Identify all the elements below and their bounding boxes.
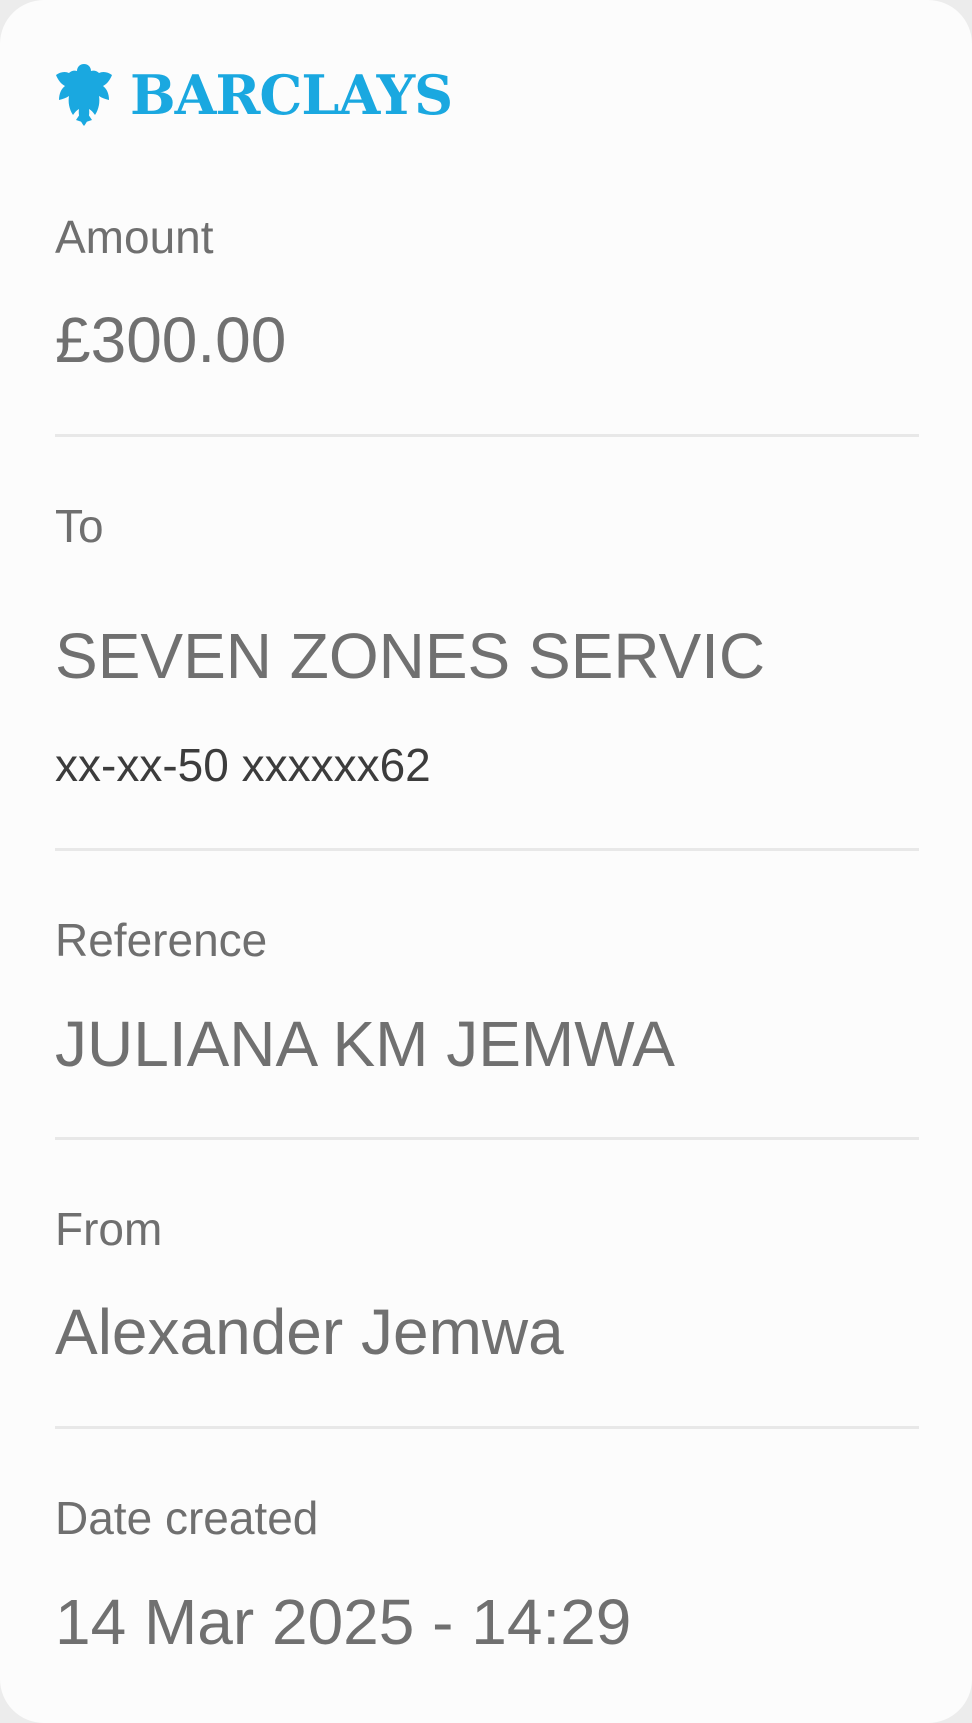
from-label: From	[55, 1203, 163, 1255]
to-label: To	[55, 500, 104, 552]
payee-name: SEVEN ZONES SERVIC	[55, 620, 766, 692]
barclays-logo: BARCLAYS	[54, 62, 453, 128]
amount-label: Amount	[55, 211, 214, 263]
divider	[55, 1426, 919, 1429]
date-created-value: 14 Mar 2025 - 14:29	[55, 1586, 632, 1658]
payer-name: Alexander Jemwa	[55, 1296, 564, 1368]
payee-account-number: xx-xx-50 xxxxxx62	[55, 739, 431, 791]
payment-receipt-card: BARCLAYS Amount £300.00 To SEVEN ZONES S…	[0, 0, 972, 1723]
eagle-icon	[56, 64, 112, 126]
divider	[55, 848, 919, 851]
date-created-label: Date created	[55, 1492, 319, 1544]
reference-label: Reference	[55, 914, 268, 966]
reference-value: JULIANA KM JEMWA	[55, 1008, 675, 1080]
divider	[55, 434, 919, 437]
brand-name: BARCLAYS	[130, 63, 453, 127]
divider	[55, 1137, 919, 1140]
amount-value: £300.00	[55, 304, 287, 376]
